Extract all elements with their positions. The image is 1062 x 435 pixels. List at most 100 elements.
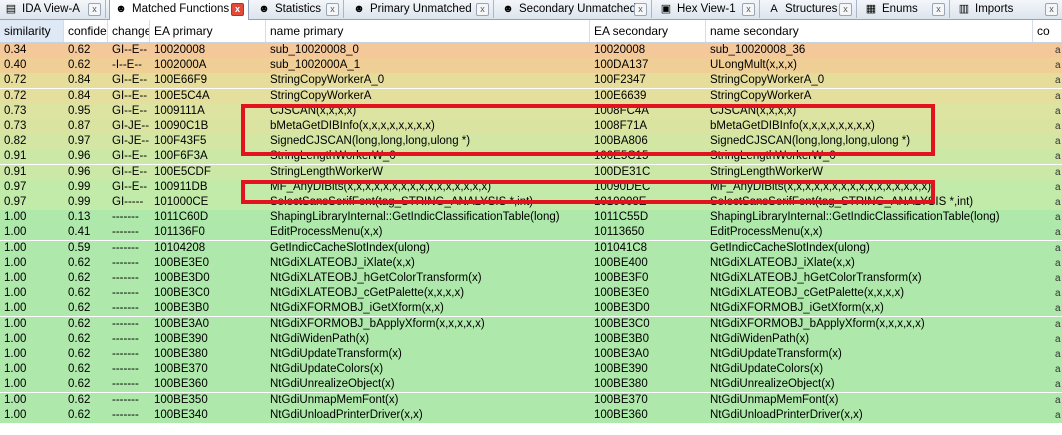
table-row[interactable]: 1.00 0.62 ------- 100BE360 NtGdiUnrealizeObj… bbox=[0, 377, 1062, 392]
table-row[interactable]: 1.00 0.62 ------- 100BE340 NtGdiUnloadPrinte… bbox=[0, 408, 1062, 423]
cell-similarity: 0.91 bbox=[4, 150, 27, 162]
column-header-change[interactable]: change bbox=[108, 20, 150, 42]
column-header-ea-primary[interactable]: EA primary bbox=[150, 20, 266, 42]
cell-co: a bbox=[1055, 151, 1061, 162]
cell-co: a bbox=[1055, 197, 1061, 208]
close-tab-icon[interactable]: x bbox=[231, 3, 244, 16]
cell-name-secondary: NtGdiWidenPath(x) bbox=[710, 333, 810, 345]
column-header-name-secondary[interactable]: name secondary bbox=[706, 20, 1033, 42]
close-tab-icon[interactable]: x bbox=[932, 3, 945, 16]
tab-hex-view-1[interactable]: ▣ Hex View-1 x bbox=[655, 0, 760, 18]
cell-similarity: 0.97 bbox=[4, 181, 27, 193]
tab-ida-view-a[interactable]: ▤ IDA View-A x bbox=[0, 0, 106, 18]
close-tab-icon[interactable]: x bbox=[326, 3, 339, 16]
table-row[interactable]: 0.72 0.84 GI--E-- 100E5C4A StringCopyWorkerA… bbox=[0, 89, 1062, 104]
table-row[interactable]: 0.40 0.62 -I--E-- 1002000A sub_1002000A_1 100… bbox=[0, 58, 1062, 73]
tab-structures[interactable]: A Structures x bbox=[763, 0, 857, 18]
column-header-ea-secondary[interactable]: EA secondary bbox=[590, 20, 706, 42]
cell-ea-secondary: 100BE3C0 bbox=[594, 318, 650, 330]
cell-name-secondary: ULongMult(x,x,x) bbox=[710, 59, 797, 71]
table-row[interactable]: 0.72 0.84 GI--E-- 100E66F9 StringCopyWorkerA… bbox=[0, 73, 1062, 88]
column-header-name-primary[interactable]: name primary bbox=[266, 20, 590, 42]
cell-similarity: 1.00 bbox=[4, 378, 27, 390]
table-row[interactable]: 1.00 0.62 ------- 100BE3A0 NtGdiXFORMOBJ_bAp… bbox=[0, 317, 1062, 332]
cell-co: a bbox=[1055, 334, 1061, 345]
table-row[interactable]: 1.00 0.62 ------- 100BE3C0 NtGdiXLATEOBJ_cGe… bbox=[0, 286, 1062, 301]
highlight-box-anydibits bbox=[241, 180, 935, 204]
cell-name-secondary: StringCopyWorkerA_0 bbox=[710, 74, 825, 86]
table-header: similarity confide change EA primary name pr… bbox=[0, 20, 1062, 43]
table-row[interactable]: 1.00 0.62 ------- 100BE380 NtGdiUpdateTransf… bbox=[0, 347, 1062, 362]
cell-name-secondary: sub_10020008_36 bbox=[710, 44, 806, 56]
tab-imports[interactable]: ▥ Imports x bbox=[953, 0, 1062, 18]
close-tab-icon[interactable]: x bbox=[1045, 3, 1058, 16]
cell-similarity: 0.97 bbox=[4, 196, 27, 208]
table-row[interactable]: 1.00 0.62 ------- 100BE350 NtGdiUnmapMemFont… bbox=[0, 393, 1062, 408]
cell-change: GI--E-- bbox=[112, 44, 148, 56]
cell-co: a bbox=[1055, 288, 1061, 299]
cell-change: GI--E-- bbox=[112, 74, 148, 86]
table-row[interactable]: 1.00 0.59 ------- 10104208 GetIndicCacheSlot… bbox=[0, 241, 1062, 256]
close-tab-icon[interactable]: x bbox=[839, 3, 852, 16]
tab-primary-unmatched[interactable]: ☻ Primary Unmatched x bbox=[348, 0, 494, 18]
tab-label: Matched Functions bbox=[132, 3, 230, 15]
cell-name-secondary: NtGdiXLATEOBJ_iXlate(x,x) bbox=[710, 257, 855, 269]
cell-similarity: 0.72 bbox=[4, 90, 27, 102]
table-row[interactable]: 1.00 0.62 ------- 100BE3E0 NtGdiXLATEOBJ_iXl… bbox=[0, 256, 1062, 271]
cell-ea-primary: 100BE3E0 bbox=[154, 257, 209, 269]
table-row[interactable]: 0.91 0.96 GI--E-- 100E5CDF StringLengthWorke… bbox=[0, 165, 1062, 180]
close-tab-icon[interactable]: x bbox=[476, 3, 489, 16]
cell-similarity: 1.00 bbox=[4, 318, 27, 330]
cell-name-primary: NtGdiUnrealizeObject(x) bbox=[270, 378, 395, 390]
cell-change: GI----- bbox=[112, 196, 144, 208]
cell-ea-primary: 100BE3A0 bbox=[154, 318, 209, 330]
cell-ea-secondary: 100DE31C bbox=[594, 166, 651, 178]
tab-enums[interactable]: ▦ Enums x bbox=[860, 0, 950, 18]
cell-similarity: 0.40 bbox=[4, 59, 27, 71]
tab-label: Enums bbox=[882, 3, 918, 15]
table-row[interactable]: 1.00 0.41 ------- 101136F0 EditProcessMenu(x… bbox=[0, 225, 1062, 240]
cell-ea-primary: 100E66F9 bbox=[154, 74, 208, 86]
cell-name-primary: NtGdiXFORMOBJ_bApplyXform(x,x,x,x,x) bbox=[270, 318, 485, 330]
cell-co: a bbox=[1055, 410, 1061, 421]
cell-co: a bbox=[1055, 364, 1061, 375]
table-row[interactable]: 1.00 0.13 ------- 1011C60D ShapingLibraryInt… bbox=[0, 210, 1062, 225]
table-row[interactable]: 1.00 0.62 ------- 100BE370 NtGdiUpdateColors… bbox=[0, 362, 1062, 377]
table-row[interactable]: 0.34 0.62 GI--E-- 10020008 sub_10020008_0 100… bbox=[0, 43, 1062, 58]
tab-statistics[interactable]: ☻ Statistics x bbox=[253, 0, 344, 18]
close-tab-icon[interactable]: x bbox=[634, 3, 647, 16]
cell-similarity: 1.00 bbox=[4, 409, 27, 421]
table-row[interactable]: 1.00 0.62 ------- 100BE3B0 NtGdiXFORMOBJ_iGe… bbox=[0, 301, 1062, 316]
cell-confide: 0.62 bbox=[68, 363, 91, 375]
cell-similarity: 1.00 bbox=[4, 211, 27, 223]
cell-ea-secondary: 100BE3E0 bbox=[594, 287, 649, 299]
cell-change: GI--E-- bbox=[112, 181, 148, 193]
column-header-co[interactable]: co bbox=[1033, 20, 1062, 42]
structures-icon: A bbox=[770, 3, 778, 15]
cell-co: a bbox=[1055, 243, 1061, 254]
cell-confide: 0.62 bbox=[68, 318, 91, 330]
cell-confide: 0.95 bbox=[68, 105, 91, 117]
tab-secondary-unmatched[interactable]: ☻ Secondary Unmatched x bbox=[497, 0, 652, 18]
column-header-similarity[interactable]: similarity bbox=[0, 20, 64, 42]
cell-co: a bbox=[1055, 60, 1061, 71]
cell-name-primary: ShapingLibraryInternal::GetIndicClassifi… bbox=[270, 211, 560, 223]
cell-change: ------- bbox=[112, 211, 139, 223]
close-tab-icon[interactable]: x bbox=[88, 3, 101, 16]
close-tab-icon[interactable]: x bbox=[742, 3, 755, 16]
table-row[interactable]: 1.00 0.62 ------- 100BE3D0 NtGdiXLATEOBJ_hGe… bbox=[0, 271, 1062, 286]
cell-similarity: 1.00 bbox=[4, 272, 27, 284]
cell-name-secondary: NtGdiUnloadPrinterDriver(x,x) bbox=[710, 409, 863, 421]
column-header-confide[interactable]: confide bbox=[64, 20, 108, 42]
tab-label: Imports bbox=[975, 3, 1014, 15]
tab-label: Statistics bbox=[275, 3, 322, 15]
tab-label: Hex View-1 bbox=[677, 3, 736, 15]
tab-matched-functions[interactable]: ☻ Matched Functions x bbox=[109, 0, 249, 20]
cell-co: a bbox=[1055, 182, 1061, 193]
table-row[interactable]: 1.00 0.62 ------- 100BE390 NtGdiWidenPath(x)… bbox=[0, 332, 1062, 347]
cell-ea-secondary: 100BE370 bbox=[594, 394, 648, 406]
cell-change: GI-JE-- bbox=[112, 120, 150, 132]
cell-confide: 0.62 bbox=[68, 348, 91, 360]
cell-ea-primary: 100BE350 bbox=[154, 394, 208, 406]
cell-confide: 0.62 bbox=[68, 59, 91, 71]
